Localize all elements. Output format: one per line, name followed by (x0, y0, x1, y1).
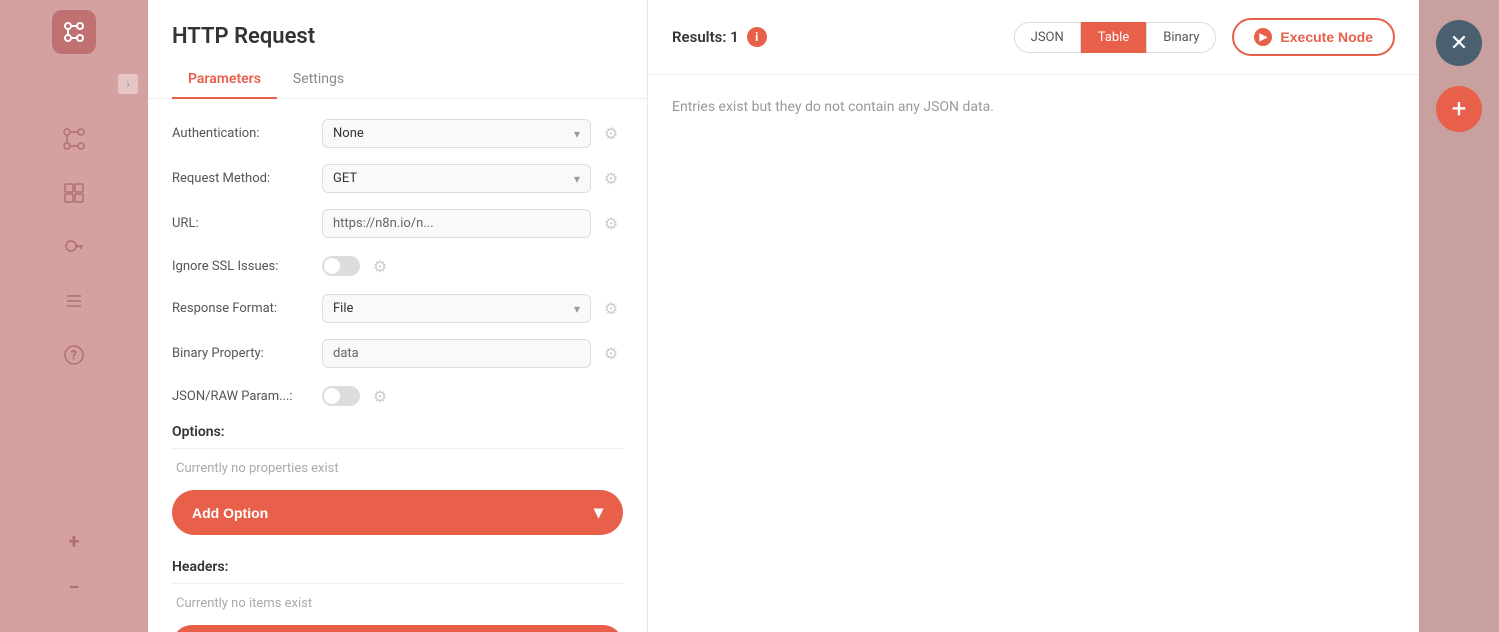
sidebar-icon-key[interactable] (59, 232, 89, 262)
control-request-method: GET ▾ ⚙ (322, 164, 623, 193)
sidebar-logo (52, 10, 96, 54)
chevron-authentication-icon: ▾ (574, 127, 580, 141)
gear-json-icon[interactable]: ⚙ (368, 384, 392, 408)
results-label: Results: 1 (672, 28, 739, 46)
label-authentication: Authentication: (172, 126, 312, 141)
select-request-method[interactable]: GET ▾ (322, 164, 591, 193)
right-buttons: ✕ + (1419, 0, 1499, 632)
form-row-binary-property: Binary Property: data ⚙ (172, 339, 623, 368)
headers-title: Headers: (172, 559, 623, 575)
add-option-button[interactable]: Add Option ▾ (172, 490, 623, 535)
close-button[interactable]: ✕ (1436, 20, 1482, 66)
form-row-url: URL: https://n8n.io/n... ⚙ (172, 209, 623, 238)
label-request-method: Request Method: (172, 171, 312, 186)
gear-binary-icon[interactable]: ⚙ (599, 342, 623, 366)
form-row-authentication: Authentication: None ▾ ⚙ (172, 119, 623, 148)
info-icon: i (747, 27, 767, 47)
form-row-ignore-ssl: Ignore SSL Issues: ⚙ (172, 254, 623, 278)
left-panel: HTTP Request Parameters Settings Authent… (148, 0, 648, 632)
chevron-add-option-icon: ▾ (594, 502, 603, 523)
close-icon: ✕ (1450, 31, 1468, 56)
control-authentication: None ▾ ⚙ (322, 119, 623, 148)
gear-ssl-icon[interactable]: ⚙ (368, 254, 392, 278)
gear-method-icon[interactable]: ⚙ (599, 167, 623, 191)
add-option-label: Add Option (192, 505, 268, 521)
select-authentication[interactable]: None ▾ (322, 119, 591, 148)
right-panel: Results: 1 i JSON Table Binary ▶ Execute… (648, 0, 1419, 632)
view-tabs: JSON Table Binary (1014, 22, 1217, 53)
control-response-format: File ▾ ⚙ (322, 294, 623, 323)
sidebar-icon-nodes[interactable] (59, 124, 89, 154)
add-button[interactable]: + (1436, 86, 1482, 132)
input-binary-property[interactable]: data (322, 339, 591, 368)
label-ignore-ssl: Ignore SSL Issues: (172, 259, 312, 274)
toggle-json-raw[interactable] (322, 386, 360, 406)
sidebar-bottom-controls: + − (59, 526, 89, 602)
options-section: Options: Currently no properties exist A… (172, 424, 623, 535)
sidebar-icon-list[interactable] (59, 286, 89, 316)
gear-response-icon[interactable]: ⚙ (599, 297, 623, 321)
options-empty-text: Currently no properties exist (172, 461, 623, 476)
headers-divider (172, 583, 623, 584)
view-tab-table[interactable]: Table (1081, 22, 1146, 53)
label-response-format: Response Format: (172, 301, 312, 316)
execute-label: Execute Node (1280, 29, 1373, 45)
headers-section: Headers: Currently no items exist Add He… (172, 559, 623, 632)
modal-title: HTTP Request (148, 0, 647, 49)
execute-node-button[interactable]: ▶ Execute Node (1232, 18, 1395, 56)
toggle-ignore-ssl[interactable] (322, 256, 360, 276)
right-header: Results: 1 i JSON Table Binary ▶ Execute… (648, 0, 1419, 75)
label-binary-property: Binary Property: (172, 346, 312, 361)
control-binary-property: data ⚙ (322, 339, 623, 368)
form-row-response-format: Response Format: File ▾ ⚙ (172, 294, 623, 323)
tabs: Parameters Settings (148, 61, 647, 99)
add-icon: + (1452, 94, 1467, 124)
form-area: Authentication: None ▾ ⚙ Request Method: (148, 99, 647, 632)
sidebar-toggle[interactable]: › (118, 74, 138, 94)
input-url[interactable]: https://n8n.io/n... (322, 209, 591, 238)
label-json-raw: JSON/RAW Param...: (172, 389, 312, 404)
gear-authentication-icon[interactable]: ⚙ (599, 122, 623, 146)
sidebar-icons: ? (59, 124, 89, 370)
modal: HTTP Request Parameters Settings Authent… (148, 0, 1419, 632)
zoom-out-icon[interactable]: − (59, 572, 89, 602)
form-row-json-raw: JSON/RAW Param...: ⚙ (172, 384, 623, 408)
view-tab-binary[interactable]: Binary (1146, 22, 1216, 53)
results-message: Entries exist but they do not contain an… (672, 99, 994, 115)
headers-empty-text: Currently no items exist (172, 596, 623, 611)
form-row-request-method: Request Method: GET ▾ ⚙ (172, 164, 623, 193)
svg-text:?: ? (71, 349, 77, 364)
add-header-button[interactable]: Add Header (172, 625, 623, 632)
sidebar-icon-help[interactable]: ? (59, 340, 89, 370)
right-content: Entries exist but they do not contain an… (648, 75, 1419, 632)
modal-body: HTTP Request Parameters Settings Authent… (148, 0, 1419, 632)
view-tab-json[interactable]: JSON (1014, 22, 1081, 53)
tab-parameters[interactable]: Parameters (172, 61, 277, 99)
select-response-format[interactable]: File ▾ (322, 294, 591, 323)
tab-settings[interactable]: Settings (277, 61, 360, 99)
sidebar: › (0, 0, 148, 632)
control-json-raw: ⚙ (322, 384, 623, 408)
results-info: Results: 1 i (672, 27, 767, 47)
zoom-in-icon[interactable]: + (59, 526, 89, 556)
control-ignore-ssl: ⚙ (322, 254, 623, 278)
gear-url-icon[interactable]: ⚙ (599, 212, 623, 236)
play-icon: ▶ (1254, 28, 1272, 46)
label-url: URL: (172, 216, 312, 231)
control-url: https://n8n.io/n... ⚙ (322, 209, 623, 238)
options-title: Options: (172, 424, 623, 440)
chevron-method-icon: ▾ (574, 172, 580, 186)
sidebar-icon-grid[interactable] (59, 178, 89, 208)
chevron-response-icon: ▾ (574, 302, 580, 316)
options-divider (172, 448, 623, 449)
